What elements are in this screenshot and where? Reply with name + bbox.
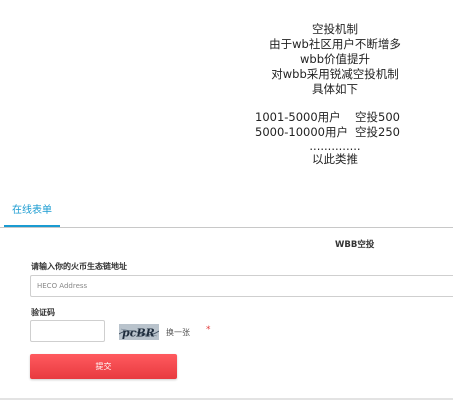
- submit-button[interactable]: 提交: [30, 354, 177, 379]
- tier-range: 5000-10000用户: [255, 125, 348, 139]
- announcement-line: wbb价值提升: [299, 52, 370, 66]
- tier-reward: 空投500: [355, 110, 400, 124]
- tier-row: 5000-10000用户 空投250: [200, 125, 453, 140]
- announcement-line: 对wbb采用锐减空投机制: [271, 67, 399, 81]
- tier-reward: 空投250: [355, 125, 400, 139]
- announcement-line: 由于wb社区用户不断增多: [269, 37, 401, 51]
- announcement-line: 具体如下: [312, 82, 358, 96]
- announcement-dots: ..............: [309, 139, 361, 153]
- tab-bar: 在线表单: [0, 201, 453, 228]
- page: 空投机制 由于wb社区用户不断增多 wbb价值提升 对wbb采用锐减空投机制 具…: [0, 0, 453, 400]
- address-input[interactable]: [30, 275, 453, 297]
- address-label: 请输入你的火币生态链地址: [31, 262, 127, 271]
- announcement-footer: 以此类推: [312, 152, 358, 166]
- tier-row: 1001-5000用户 空投500: [200, 110, 453, 125]
- announcement: 空投机制 由于wb社区用户不断增多 wbb价值提升 对wbb采用锐减空投机制 具…: [200, 22, 453, 167]
- captcha-label: 验证码: [31, 308, 55, 317]
- tab-online-form[interactable]: 在线表单: [4, 201, 60, 227]
- form-title: WBB空投: [335, 240, 375, 250]
- refresh-captcha-link[interactable]: 换一张: [166, 327, 190, 338]
- captcha-text: pcBR: [122, 327, 155, 340]
- captcha-input[interactable]: [30, 320, 105, 342]
- required-mark: *: [206, 325, 211, 335]
- captcha-image[interactable]: pcBR: [119, 324, 159, 340]
- announcement-title: 空投机制: [312, 22, 358, 36]
- tier-range: 1001-5000用户: [255, 110, 341, 124]
